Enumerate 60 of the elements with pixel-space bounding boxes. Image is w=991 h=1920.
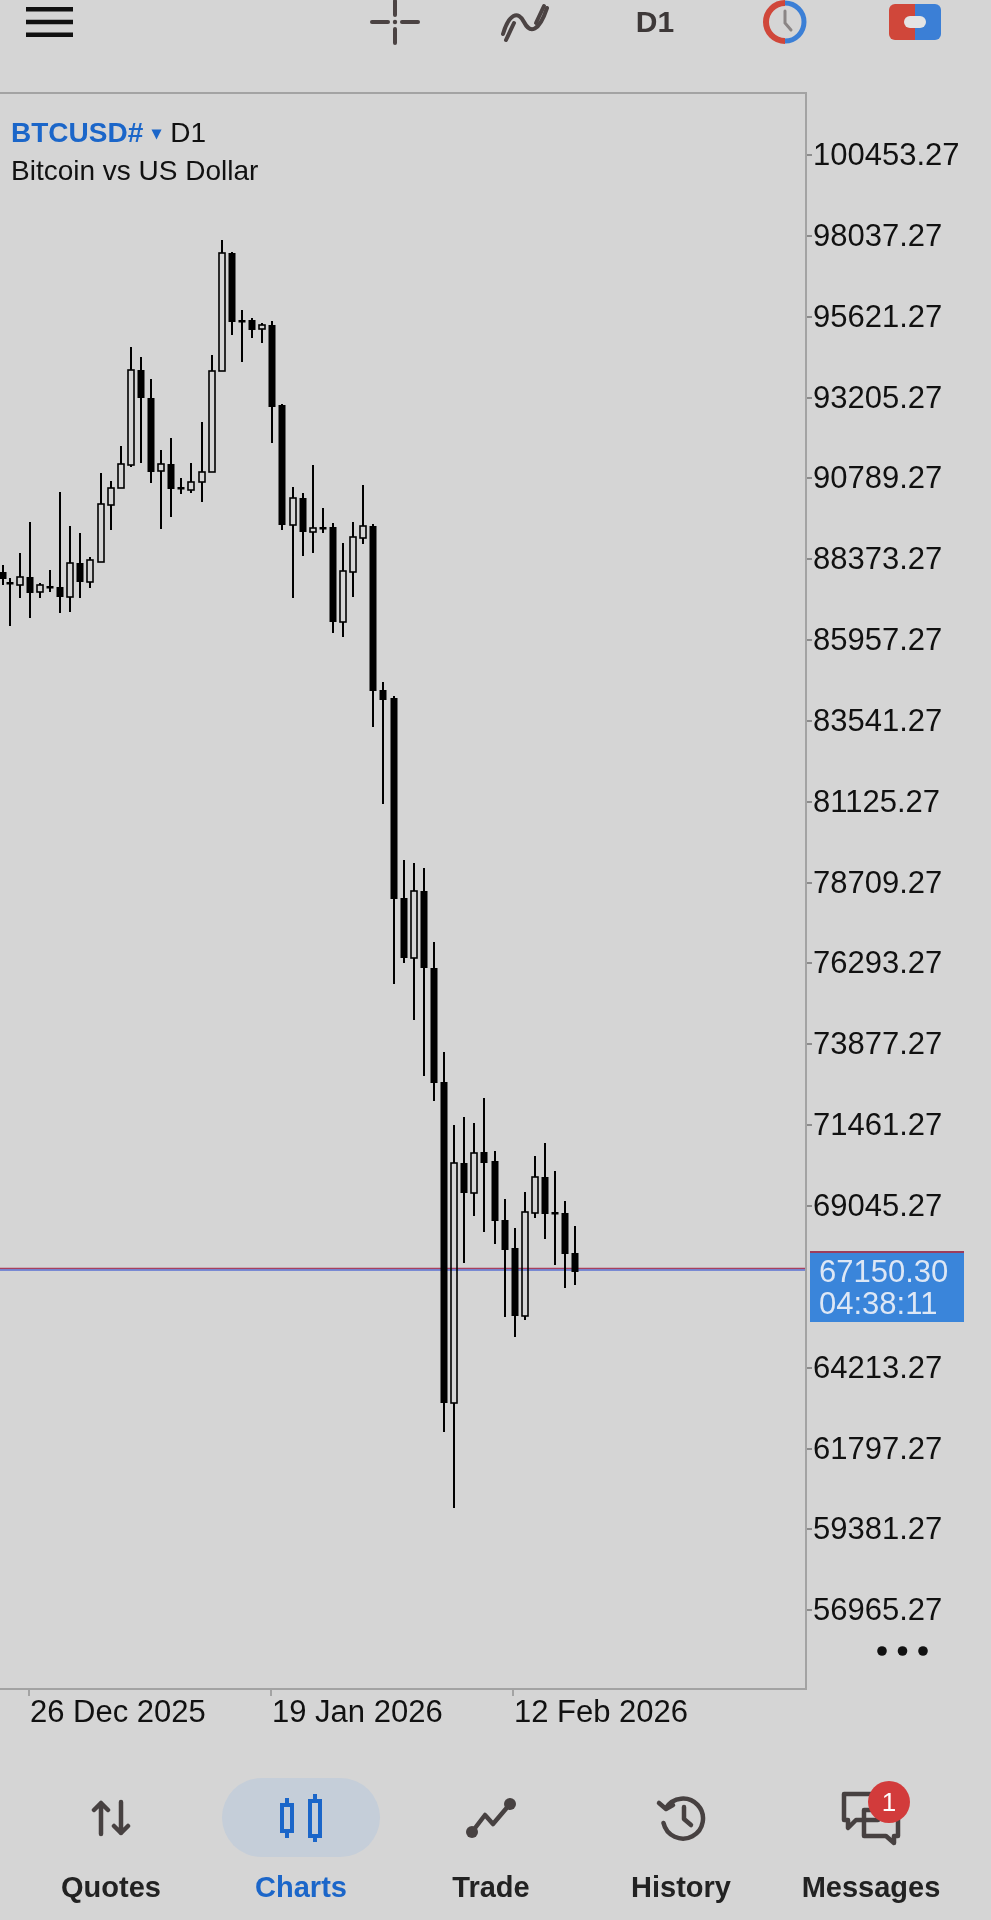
bar-countdown: 04:38:11 bbox=[819, 1287, 939, 1320]
candle bbox=[571, 1225, 579, 1286]
menu-icon[interactable] bbox=[26, 7, 73, 37]
nav-tab[interactable]: History bbox=[602, 1778, 760, 1905]
price-label: 95621.27 bbox=[813, 298, 943, 335]
nav-tab[interactable]: 1 Messages bbox=[792, 1778, 950, 1905]
price-label: 93205.27 bbox=[813, 379, 943, 416]
price-label: 76293.27 bbox=[813, 945, 943, 982]
candle bbox=[36, 582, 44, 599]
price-label: 56965.27 bbox=[813, 1592, 943, 1629]
candle bbox=[248, 317, 256, 339]
price-label: 61797.27 bbox=[813, 1430, 943, 1467]
nav-tab[interactable]: Trade bbox=[412, 1778, 570, 1905]
more-icon[interactable] bbox=[877, 1645, 928, 1656]
candle bbox=[258, 322, 266, 344]
timeframe-button[interactable]: D1 bbox=[635, 4, 675, 40]
price-label: 85957.27 bbox=[813, 622, 943, 659]
price-label: 78709.27 bbox=[813, 864, 943, 901]
candle bbox=[359, 484, 367, 545]
candle bbox=[299, 492, 307, 557]
notification-badge: 1 bbox=[868, 1781, 910, 1823]
price-label: 81125.27 bbox=[813, 783, 940, 820]
nav-tab[interactable]: Quotes bbox=[32, 1778, 190, 1905]
candlesticks-icon[interactable] bbox=[280, 1793, 322, 1842]
price-label: 73877.27 bbox=[813, 1026, 943, 1063]
crosshair-icon[interactable] bbox=[370, 0, 420, 45]
symbol-description: Bitcoin vs US Dollar bbox=[11, 154, 259, 188]
switch-icon[interactable] bbox=[889, 4, 941, 40]
candle bbox=[187, 462, 195, 494]
symbol-selector[interactable]: BTCUSD# ▾ bbox=[11, 115, 162, 151]
wave-icon[interactable] bbox=[499, 2, 551, 42]
date-label: 19 Jan 2026 bbox=[272, 1694, 443, 1730]
candle bbox=[531, 1155, 539, 1219]
candle bbox=[46, 569, 54, 593]
chart-timeframe: D1 bbox=[170, 116, 207, 150]
price-label: 71461.27 bbox=[813, 1107, 943, 1144]
line-chart-icon[interactable] bbox=[465, 1796, 517, 1839]
candle bbox=[117, 445, 125, 489]
candle bbox=[107, 480, 115, 531]
price-label: 98037.27 bbox=[813, 217, 943, 254]
price-label: 90789.27 bbox=[813, 460, 943, 497]
candle bbox=[86, 556, 94, 589]
current-price: 67150.30 bbox=[819, 1255, 950, 1288]
candle bbox=[238, 309, 246, 363]
nav-tab[interactable]: Charts bbox=[222, 1778, 380, 1905]
candle bbox=[76, 532, 84, 599]
caret-icon[interactable]: ▾ bbox=[152, 115, 162, 151]
date-label: 12 Feb 2026 bbox=[514, 1694, 689, 1730]
price-label: 83541.27 bbox=[813, 702, 943, 739]
price-label: 69045.27 bbox=[813, 1188, 943, 1224]
price-label: 88373.27 bbox=[813, 541, 943, 578]
clock-icon[interactable] bbox=[762, 0, 808, 44]
price-label: 100453.27 bbox=[813, 137, 960, 173]
price-label: 64213.27 bbox=[813, 1349, 943, 1386]
price-label: 59381.27 bbox=[813, 1511, 943, 1548]
candle bbox=[177, 477, 185, 495]
candle bbox=[319, 507, 327, 534]
candle bbox=[16, 552, 24, 599]
date-label: 26 Dec 2025 bbox=[30, 1694, 206, 1730]
arrows-up-down-icon[interactable] bbox=[91, 1798, 131, 1837]
